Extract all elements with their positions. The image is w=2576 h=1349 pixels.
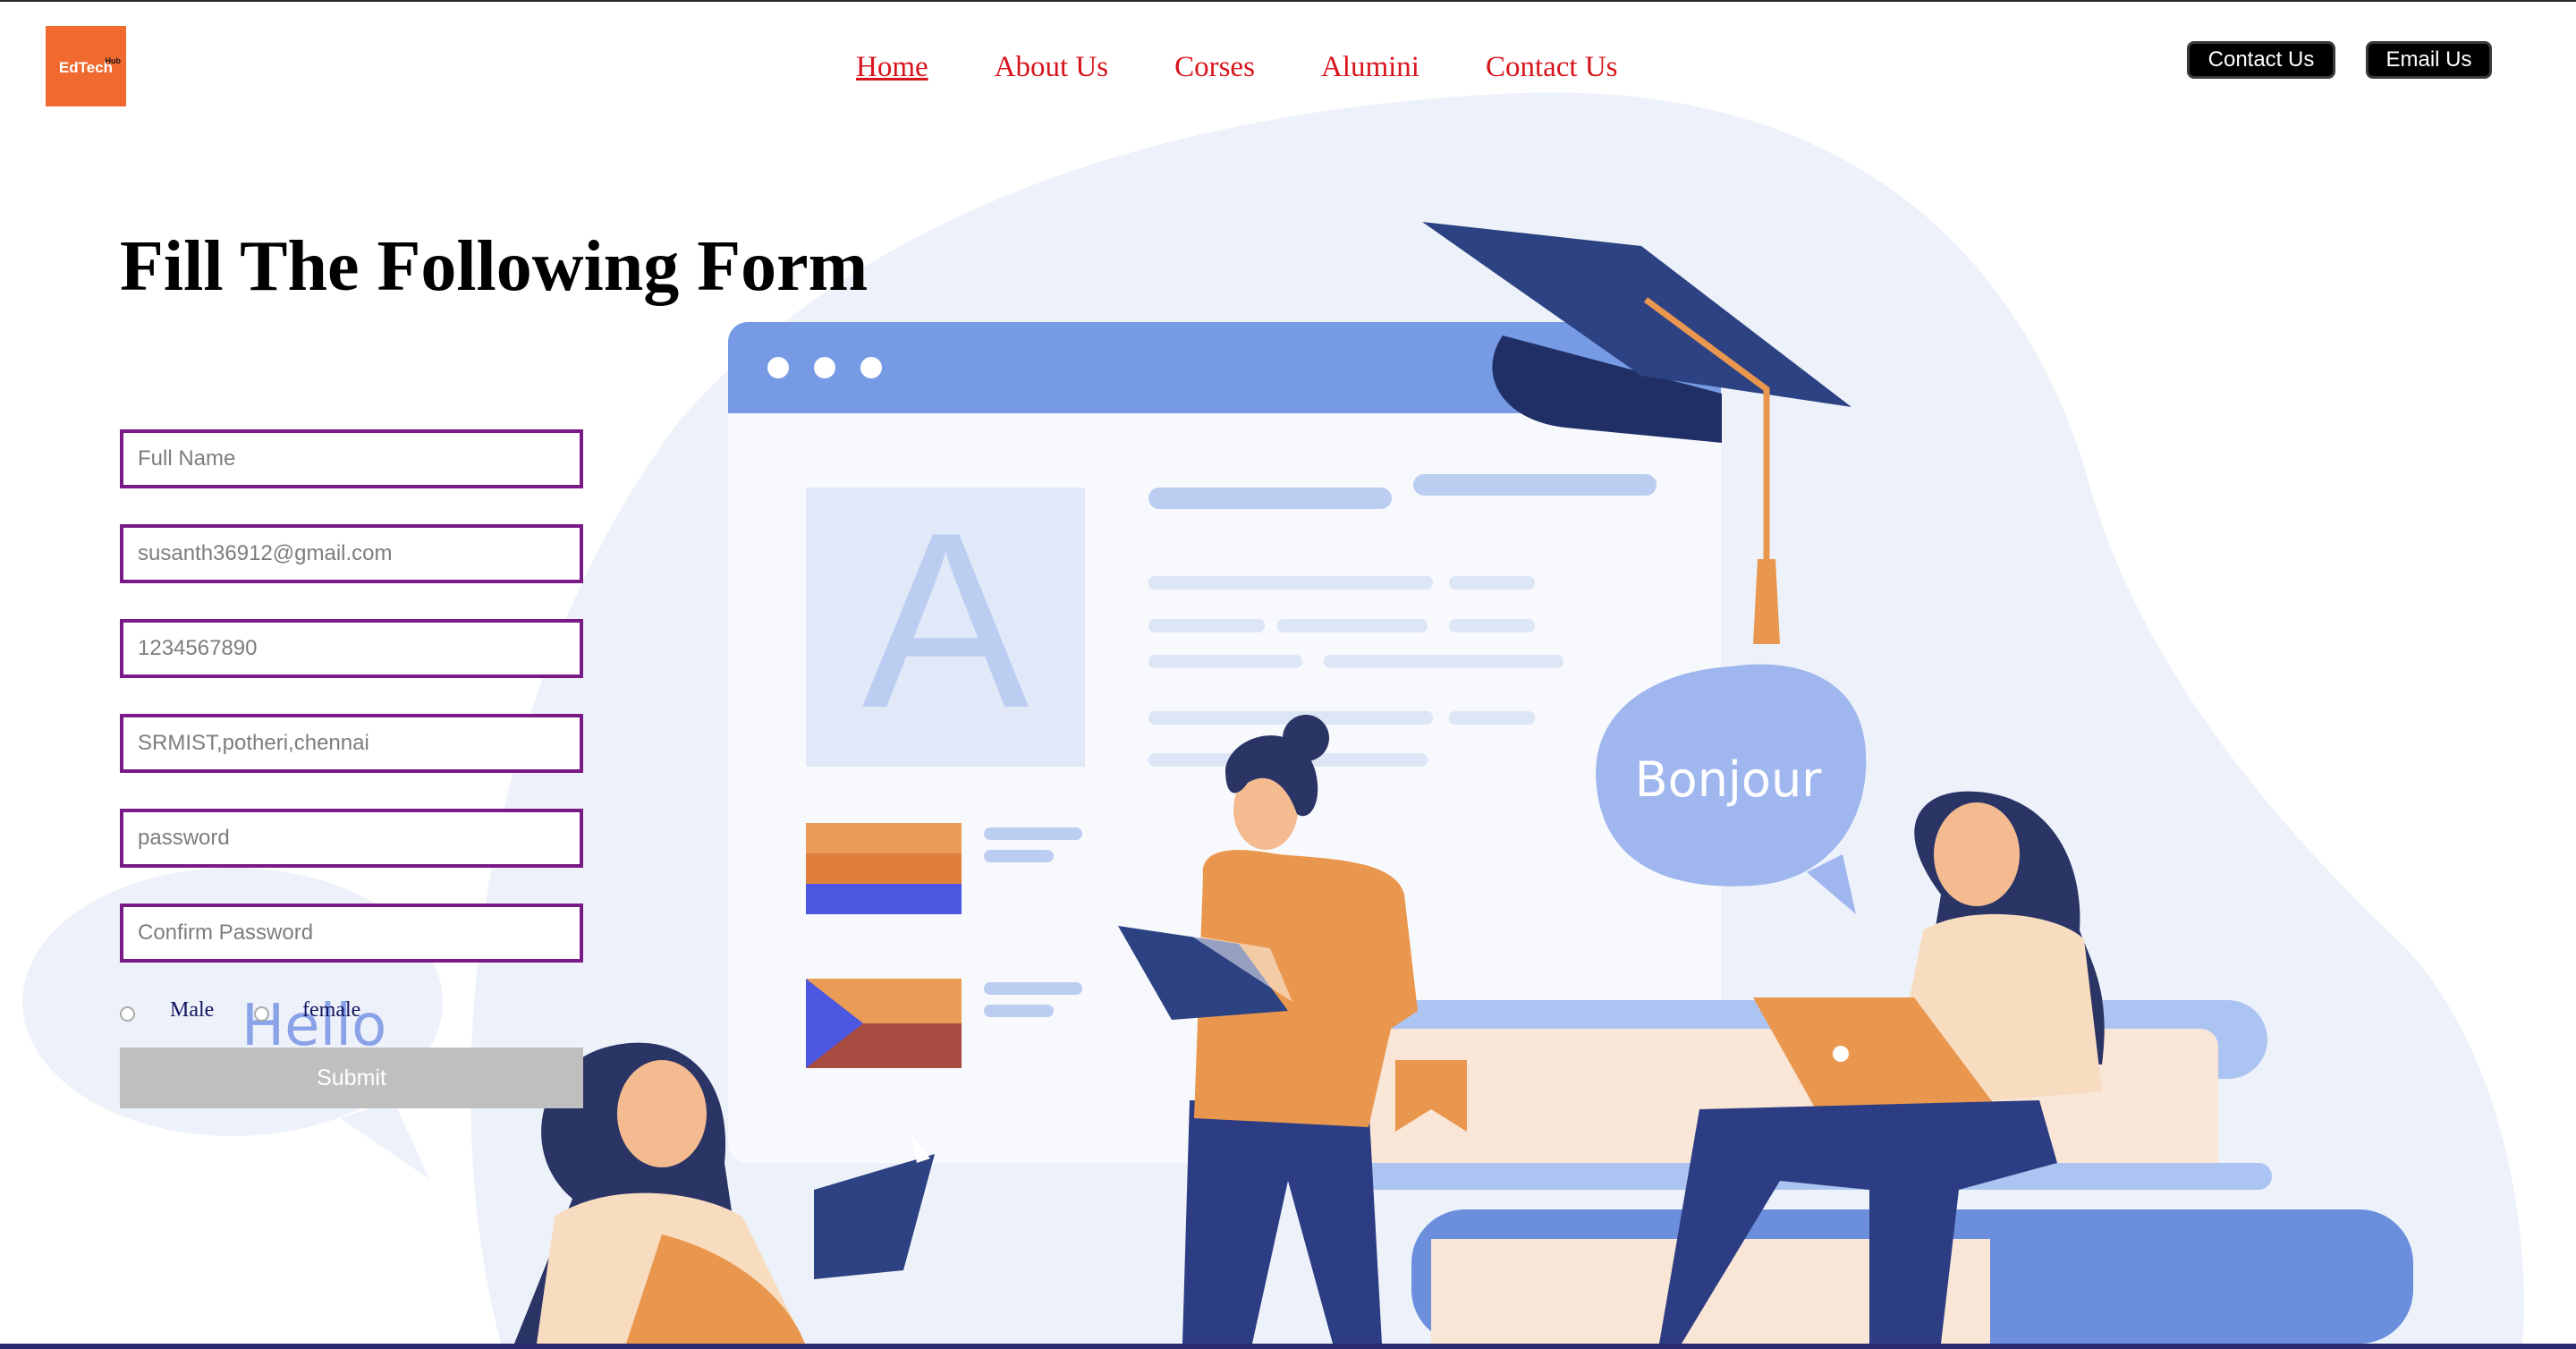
male-label: Male	[170, 998, 215, 1022]
address-input[interactable]	[120, 714, 583, 773]
contact-us-button[interactable]: Contact Us	[2187, 41, 2335, 79]
password-input[interactable]	[120, 809, 583, 868]
female-radio[interactable]	[254, 1006, 269, 1022]
nav-about-us[interactable]: About Us	[995, 49, 1108, 85]
female-label: female	[302, 998, 361, 1022]
nav-courses[interactable]: Corses	[1174, 49, 1255, 85]
flag-1	[806, 823, 962, 853]
full-name-input[interactable]	[120, 429, 583, 488]
form-title: Fill The Following Form	[120, 227, 869, 306]
nav-home[interactable]: Home	[856, 49, 928, 85]
male-radio[interactable]	[120, 1006, 135, 1022]
nav-alumni[interactable]: Alumini	[1321, 49, 1419, 85]
nav-contact-us[interactable]: Contact Us	[1486, 49, 1618, 85]
phone-input[interactable]	[120, 619, 583, 678]
logo-superscript: Hub	[105, 56, 122, 65]
confirm-password-input[interactable]	[120, 904, 583, 963]
letter-card-glyph: A	[862, 481, 1030, 760]
email-input[interactable]	[120, 524, 583, 583]
main-nav: Home About Us Corses Alumini Contact Us	[856, 49, 1684, 85]
email-us-button[interactable]: Email Us	[2366, 41, 2492, 79]
submit-button[interactable]: Submit	[120, 1048, 583, 1108]
speech-bubble-text: Bonjour	[1635, 751, 1823, 808]
window-bottom-border	[0, 1344, 2576, 1349]
edtech-hub-logo[interactable]: EdTech Hub	[46, 26, 126, 106]
